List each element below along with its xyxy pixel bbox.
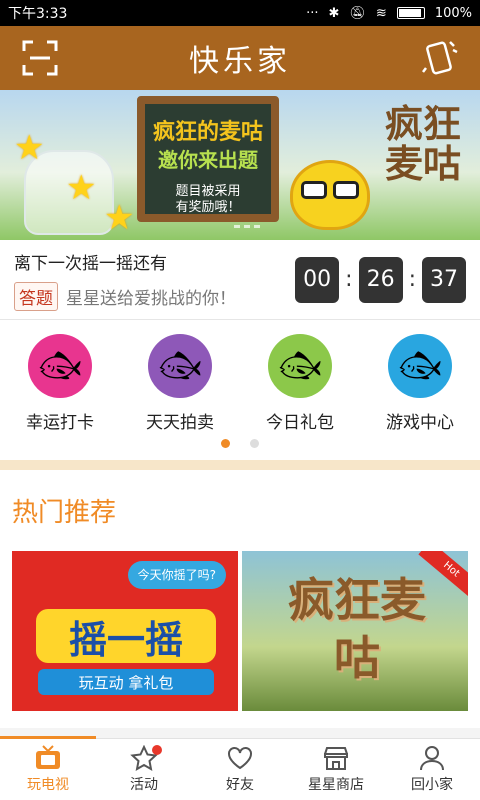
timer-separator: : xyxy=(408,267,416,292)
scan-icon xyxy=(22,40,58,76)
star-icon: ★ xyxy=(66,168,97,208)
banner-line2: 邀你来出题 xyxy=(158,148,258,172)
scan-button[interactable] xyxy=(20,38,60,78)
heart-icon xyxy=(228,747,252,770)
status-bar: 下午3:33 ··· ✱ 🔕︎ ≋ 100% xyxy=(0,0,480,26)
tab-label: 活动 xyxy=(130,777,158,793)
mascot-icon: 🐟︎ xyxy=(148,334,212,398)
shake-button[interactable] xyxy=(420,38,460,78)
timer-minutes: 26 xyxy=(358,256,403,303)
feature-grid: 🐟︎ 幸运打卡 🐟︎ 天天拍卖 🐟︎ 今日礼包 🐟︎ 游戏中心 xyxy=(0,320,480,460)
pager-dot[interactable] xyxy=(250,439,259,448)
chalkboard: 疯狂的麦咕 邀你来出题 题目被采用 有奖励哦！ xyxy=(137,96,279,222)
countdown-timer: 00 : 26 : 37 xyxy=(295,256,466,303)
hot-section-title: 热门推荐 xyxy=(12,498,117,528)
shake-countdown: 离下一次摇一摇还有 答题 星星送给爱挑战的你！ 00 : 26 : 37 xyxy=(0,240,480,320)
quiz-tag[interactable]: 答题 xyxy=(14,281,58,311)
battery-icon xyxy=(396,7,425,19)
person-icon xyxy=(420,746,444,771)
feature-game-center[interactable]: 🐟︎ 游戏中心 xyxy=(370,334,470,433)
mute-icon: 🔕︎ xyxy=(349,5,366,21)
game-logo: 疯狂麦咕 xyxy=(288,573,426,685)
feature-daily-gift[interactable]: 🐟︎ 今日礼包 xyxy=(250,334,350,433)
promo-banner[interactable]: ★ ★ ★ 疯狂的麦咕 邀你来出题 题目被采用 有奖励哦！ 疯狂麦咕 xyxy=(0,90,480,240)
feature-daily-auction[interactable]: 🐟︎ 天天拍卖 xyxy=(130,334,230,433)
countdown-subtitle: 星星送给爱挑战的你！ xyxy=(66,288,236,309)
hot-card-game[interactable]: Hot 疯狂麦咕 xyxy=(242,551,468,711)
tv-icon xyxy=(36,745,60,769)
app-header: 快乐家 xyxy=(0,26,480,90)
tab-tv[interactable]: 玩电视 xyxy=(0,739,96,800)
banner-pager xyxy=(234,225,260,228)
feature-lucky-checkin[interactable]: 🐟︎ 幸运打卡 xyxy=(10,334,110,433)
tab-star-store[interactable]: 星星商店 xyxy=(288,739,384,800)
tab-home[interactable]: 回小家 xyxy=(384,739,480,800)
timer-seconds: 37 xyxy=(422,256,466,303)
tab-label: 玩电视 xyxy=(27,777,69,793)
mascot-icon: 🐟︎ xyxy=(268,334,332,398)
mascot-icon: 🐟︎ xyxy=(388,334,452,398)
bottom-tab-bar: 玩电视 活动 好友 星星商店 回小家 xyxy=(0,736,480,800)
feature-label: 幸运打卡 xyxy=(26,413,94,433)
mascot-fish xyxy=(290,160,370,230)
tab-label: 回小家 xyxy=(411,777,453,793)
banner-line1: 疯狂的麦咕 xyxy=(152,120,263,145)
banner-line4: 有奖励哦！ xyxy=(175,200,241,215)
countdown-label: 离下一次摇一摇还有 xyxy=(14,253,167,274)
tab-label: 星星商店 xyxy=(308,777,364,793)
shake-icon xyxy=(422,41,458,75)
feature-label: 天天拍卖 xyxy=(146,413,214,433)
tab-activity[interactable]: 活动 xyxy=(96,739,192,800)
banner-logo: 疯狂麦咕 xyxy=(384,102,461,186)
status-time: 下午3:33 xyxy=(8,6,68,22)
store-icon xyxy=(324,747,348,770)
feature-label: 游戏中心 xyxy=(386,413,454,433)
bluetooth-icon: ✱ xyxy=(328,5,340,21)
tab-label: 好友 xyxy=(226,777,254,793)
wifi-icon: ≋ xyxy=(375,5,387,21)
signal-icon: ··· xyxy=(306,5,319,21)
card-sub-text: 玩互动 拿礼包 xyxy=(38,669,214,695)
page-title: 快乐家 xyxy=(189,44,291,79)
status-icons: ··· ✱ 🔕︎ ≋ 100% xyxy=(306,6,472,21)
feature-label: 今日礼包 xyxy=(266,413,334,433)
section-divider xyxy=(0,460,480,470)
hot-section: 热门推荐 今天你摇了吗? 摇一摇 玩互动 拿礼包 Hot 疯狂麦咕 xyxy=(0,470,480,728)
hot-card-shake[interactable]: 今天你摇了吗? 摇一摇 玩互动 拿礼包 xyxy=(12,551,238,711)
tab-friends[interactable]: 好友 xyxy=(192,739,288,800)
star-icon: ★ xyxy=(104,198,135,238)
timer-separator: : xyxy=(345,267,353,292)
star-icon: ★ xyxy=(14,128,45,168)
card-main-text: 摇一摇 xyxy=(36,609,216,663)
timer-hours: 00 xyxy=(295,256,340,303)
battery-percent: 100% xyxy=(434,5,472,21)
feature-pager xyxy=(0,439,480,448)
pager-dot-active[interactable] xyxy=(221,439,230,448)
mascot-icon: 🐟︎ xyxy=(28,334,92,398)
card-bubble: 今天你摇了吗? xyxy=(127,561,226,589)
notification-dot xyxy=(152,745,162,755)
